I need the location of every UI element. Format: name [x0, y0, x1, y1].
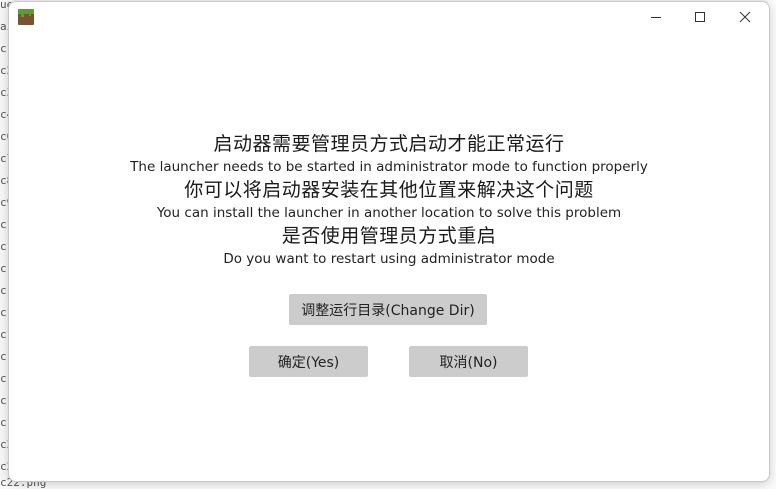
message-block: 启动器需要管理员方式启动才能正常运行 The launcher needs to…: [9, 132, 769, 270]
message-line-1-en: The launcher needs to be started in admi…: [130, 159, 648, 175]
no-button[interactable]: 取消(No): [409, 346, 528, 377]
message-line-2-en: You can install the launcher in another …: [156, 205, 622, 221]
change-dir-button[interactable]: 调整运行目录(Change Dir): [289, 294, 487, 325]
maximize-icon: [695, 12, 705, 22]
close-button[interactable]: [722, 2, 768, 32]
message-line-3-zh: 是否使用管理员方式重启: [281, 225, 497, 247]
grass-block-icon: [18, 9, 34, 25]
minimize-button[interactable]: [633, 2, 679, 32]
title-bar[interactable]: [9, 2, 769, 32]
admin-restart-dialog: 启动器需要管理员方式启动才能正常运行 The launcher needs to…: [8, 1, 770, 482]
maximize-button[interactable]: [677, 2, 723, 32]
yes-button[interactable]: 确定(Yes): [249, 346, 368, 377]
minimize-icon: [651, 17, 661, 18]
message-line-1-zh: 启动器需要管理员方式启动才能正常运行: [213, 133, 565, 155]
message-line-3-en: Do you want to restart using administrat…: [223, 251, 555, 267]
message-line-2-zh: 你可以将启动器安装在其他位置来解决这个问题: [184, 179, 594, 201]
close-icon: [739, 11, 751, 23]
